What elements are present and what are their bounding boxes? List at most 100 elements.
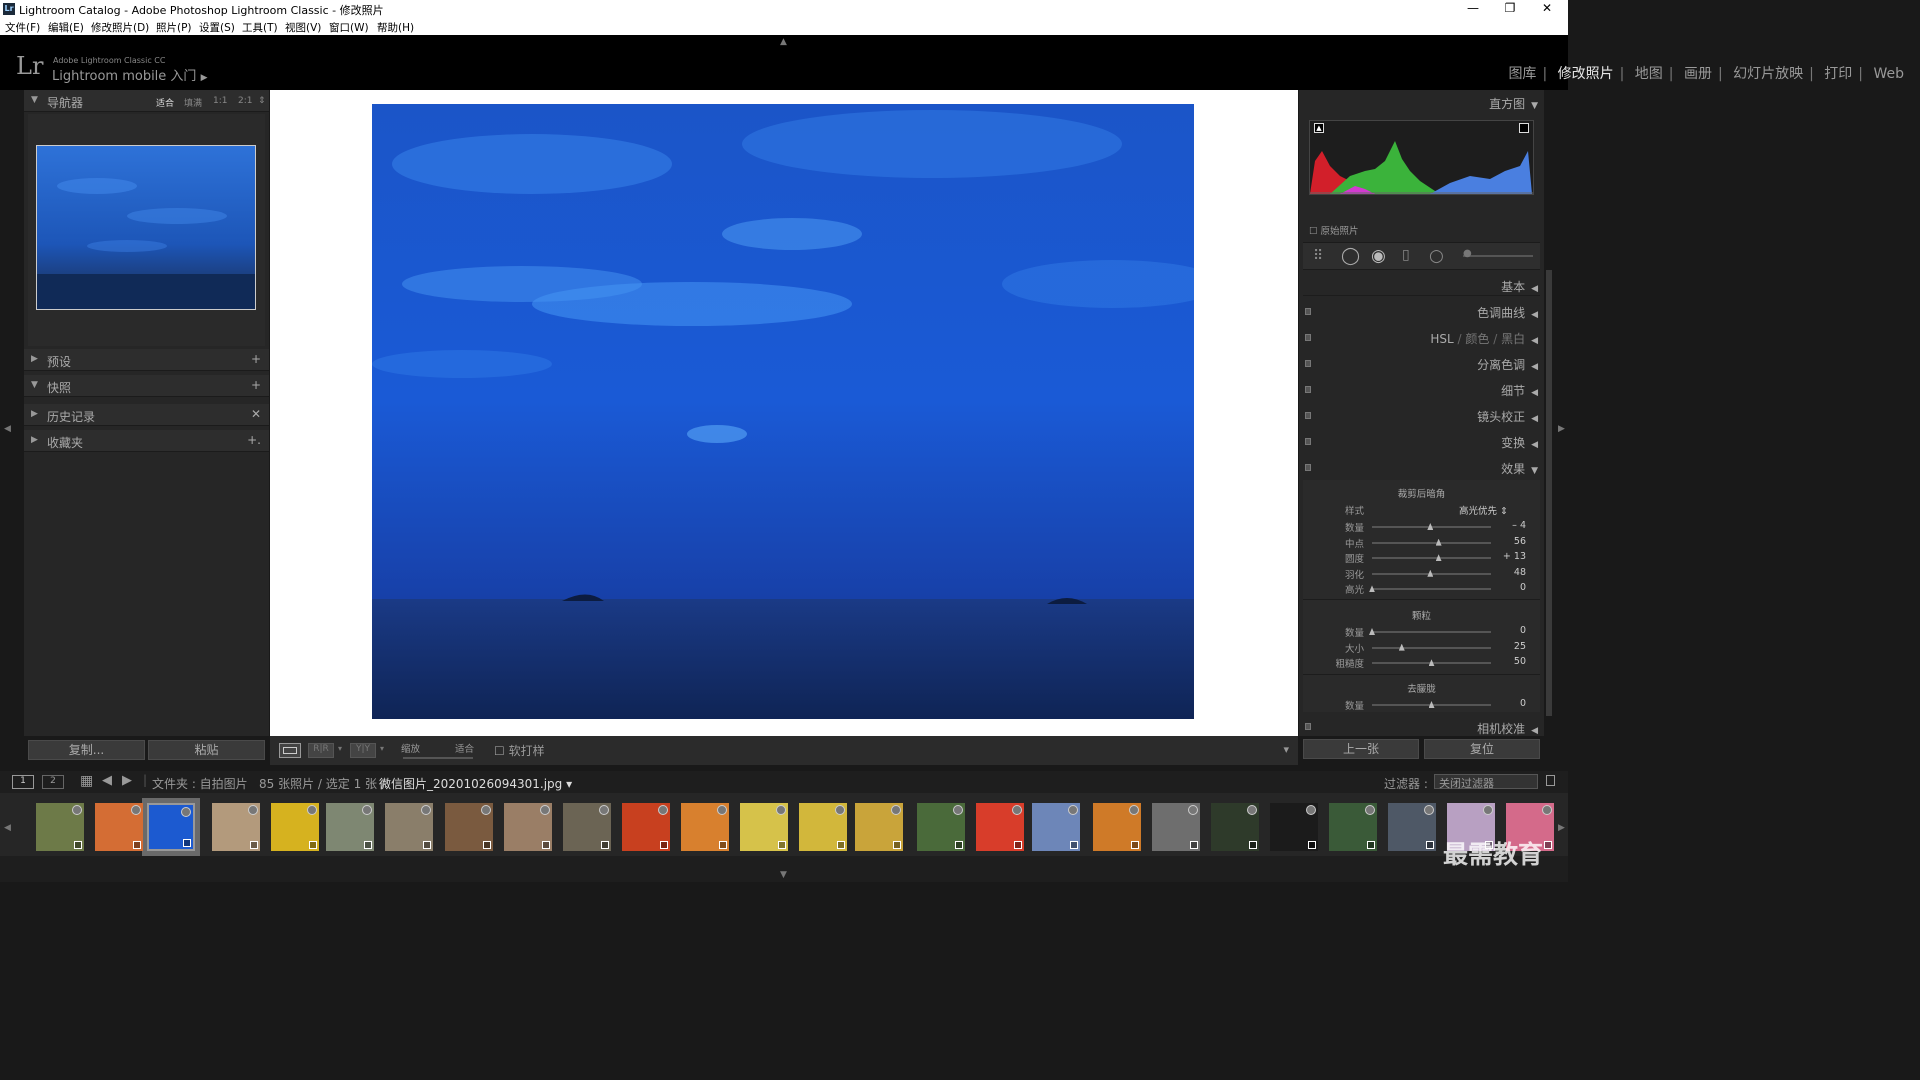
filter-select[interactable]: 关闭过滤器 xyxy=(1434,774,1538,790)
collections-header[interactable]: ▶ 收藏夹 +. xyxy=(24,430,269,452)
nav-2to1[interactable]: 2:1 xyxy=(238,96,252,106)
filter-lock-icon[interactable] xyxy=(1546,775,1555,786)
clear-history-icon[interactable]: ✕ xyxy=(251,407,261,421)
nav-fill[interactable]: 填满 xyxy=(184,96,202,109)
thumbnail-red-lily[interactable] xyxy=(976,803,1024,851)
panel-toggle-icon[interactable] xyxy=(1305,464,1311,471)
window-1-button[interactable]: 1 xyxy=(12,775,34,789)
thumbnail-blue-sky[interactable] xyxy=(147,803,195,851)
presets-header[interactable]: ▶ 预设 + xyxy=(24,349,269,371)
collapse-right-icon[interactable]: ▶ xyxy=(1558,424,1565,434)
panel-detail[interactable]: 细节 ◀ xyxy=(1501,382,1538,399)
add-snapshot-icon[interactable]: + xyxy=(251,378,261,392)
loupe-view-icon[interactable] xyxy=(279,743,301,758)
add-preset-icon[interactable]: + xyxy=(251,352,261,366)
thumbnail-forest[interactable] xyxy=(36,803,84,851)
grain-value[interactable]: 0 xyxy=(1496,625,1526,636)
previous-button[interactable]: 上一张 xyxy=(1303,739,1419,759)
brush-icon[interactable]: ● xyxy=(1463,248,1472,259)
vignette-slider[interactable] xyxy=(1372,557,1491,560)
grain-slider[interactable] xyxy=(1372,646,1491,649)
grid-view-icon[interactable]: ▦ xyxy=(80,773,93,789)
menu-develop[interactable]: 修改照片(D) xyxy=(91,20,149,35)
right-scrollbar[interactable] xyxy=(1546,270,1552,716)
radial-filter-icon[interactable]: ○ xyxy=(1429,246,1444,266)
highlight-clipping-icon[interactable] xyxy=(1519,123,1529,133)
thumbnail-yellow-flowers[interactable] xyxy=(855,803,903,851)
thumbnail-tree[interactable] xyxy=(917,803,965,851)
source-path[interactable]: 文件夹 : 自拍图片 xyxy=(152,775,248,792)
collapse-left-icon[interactable]: ◀ xyxy=(4,424,11,434)
vignette-value[interactable]: – 4 xyxy=(1496,520,1526,531)
thumbnail-yellow-petals[interactable] xyxy=(740,803,788,851)
thumbnail-village[interactable] xyxy=(385,803,433,851)
vignette-value[interactable]: 48 xyxy=(1496,567,1526,578)
histogram-header[interactable]: 直方图 ▼ xyxy=(1489,95,1538,112)
thumbnail-red-flower[interactable] xyxy=(622,803,670,851)
spot-removal-icon[interactable]: ◯ xyxy=(1341,246,1360,266)
panel-toggle-icon[interactable] xyxy=(1305,386,1311,393)
original-photo-checkbox[interactable]: ☐ 原始照片 xyxy=(1309,223,1359,237)
before-after-icon[interactable]: R|R xyxy=(308,743,334,758)
thumbnail-canal[interactable] xyxy=(445,803,493,851)
collapse-top-icon[interactable]: ▲ xyxy=(780,37,787,47)
thumbnail-sunset[interactable] xyxy=(95,803,143,851)
close-button[interactable]: ✕ xyxy=(1537,1,1557,15)
menu-window[interactable]: 窗口(W) xyxy=(329,20,369,35)
graduated-filter-icon[interactable]: ▯ xyxy=(1402,247,1410,263)
thumbnail-yellow-bloom[interactable] xyxy=(799,803,847,851)
maximize-button[interactable]: ❐ xyxy=(1500,1,1520,15)
panel-toggle-icon[interactable] xyxy=(1305,723,1311,730)
nav-fit[interactable]: 适合 xyxy=(156,96,174,109)
zoom-slider[interactable] xyxy=(403,757,473,759)
menu-file[interactable]: 文件(F) xyxy=(5,20,40,35)
thumbnail-orange-lily[interactable] xyxy=(1093,803,1141,851)
grain-slider[interactable] xyxy=(1372,631,1491,633)
thumbnail-tree-sky[interactable] xyxy=(1152,803,1200,851)
selected-filename[interactable]: 微信图片_20201026094301.jpg ▾ xyxy=(379,775,572,792)
thumbnail-pond[interactable] xyxy=(326,803,374,851)
menu-edit[interactable]: 编辑(E) xyxy=(48,20,84,35)
toolbar-menu-icon[interactable]: ▾ xyxy=(1283,743,1289,756)
before-after-yy-icon[interactable]: Y|Y xyxy=(350,743,376,758)
panel-split-toning[interactable]: 分离色调 ◀ xyxy=(1477,356,1538,373)
thumbnail-city-sky[interactable] xyxy=(1032,803,1080,851)
collapse-bottom-icon[interactable]: ▼ xyxy=(780,870,787,880)
module-library[interactable]: 图库 xyxy=(1508,66,1536,82)
thumbnail-dusk[interactable] xyxy=(1388,803,1436,851)
filmstrip-left-icon[interactable]: ◀ xyxy=(4,823,11,833)
panel-toggle-icon[interactable] xyxy=(1305,360,1311,367)
thumbnail-orange-flower[interactable] xyxy=(681,803,729,851)
panel-toggle-icon[interactable] xyxy=(1305,412,1311,419)
filmstrip-right-icon[interactable]: ▶ xyxy=(1558,823,1565,833)
module-slideshow[interactable]: 幻灯片放映 xyxy=(1733,66,1803,82)
shadow-clipping-icon[interactable]: ▲ xyxy=(1314,123,1324,133)
vignette-value[interactable]: 56 xyxy=(1496,536,1526,547)
panel-lens-corrections[interactable]: 镜头校正 ◀ xyxy=(1477,408,1538,425)
grain-value[interactable]: 25 xyxy=(1496,641,1526,652)
thumbnail-plant[interactable] xyxy=(1329,803,1377,851)
back-arrow-icon[interactable]: ◀ xyxy=(102,773,112,788)
menu-view[interactable]: 视图(V) xyxy=(285,20,321,35)
menu-settings[interactable]: 设置(S) xyxy=(199,20,235,35)
dehaze-value[interactable]: 0 xyxy=(1496,698,1526,709)
copy-button[interactable]: 复制... xyxy=(28,740,145,760)
nav-1to1[interactable]: 1:1 xyxy=(213,96,227,106)
module-web[interactable]: Web xyxy=(1873,66,1904,82)
brand-line2[interactable]: Lightroom mobile 入门 ▶ xyxy=(52,65,208,84)
redeye-icon[interactable]: ◉ xyxy=(1371,246,1386,266)
paste-button[interactable]: 粘贴 xyxy=(148,740,265,760)
panel-toggle-icon[interactable] xyxy=(1305,334,1311,341)
module-map[interactable]: 地图 xyxy=(1635,66,1663,82)
menu-tools[interactable]: 工具(T) xyxy=(242,20,278,35)
navigator-preview[interactable] xyxy=(36,145,256,310)
snapshots-header[interactable]: ▼ 快照 + xyxy=(24,375,269,397)
vignette-style-select[interactable]: 高光优先 ⇕ xyxy=(1459,503,1508,517)
panel-effects[interactable]: 效果 ▼ xyxy=(1501,460,1538,477)
module-print[interactable]: 打印 xyxy=(1824,66,1852,82)
thumbnail-white-blossom[interactable] xyxy=(1270,803,1318,851)
add-collection-icon[interactable]: +. xyxy=(247,433,261,447)
panel-toggle-icon[interactable] xyxy=(1305,438,1311,445)
panel-hsl[interactable]: HSL / 颜色 / 黑白 ◀ xyxy=(1430,330,1538,347)
panel-transform[interactable]: 变换 ◀ xyxy=(1501,434,1538,451)
